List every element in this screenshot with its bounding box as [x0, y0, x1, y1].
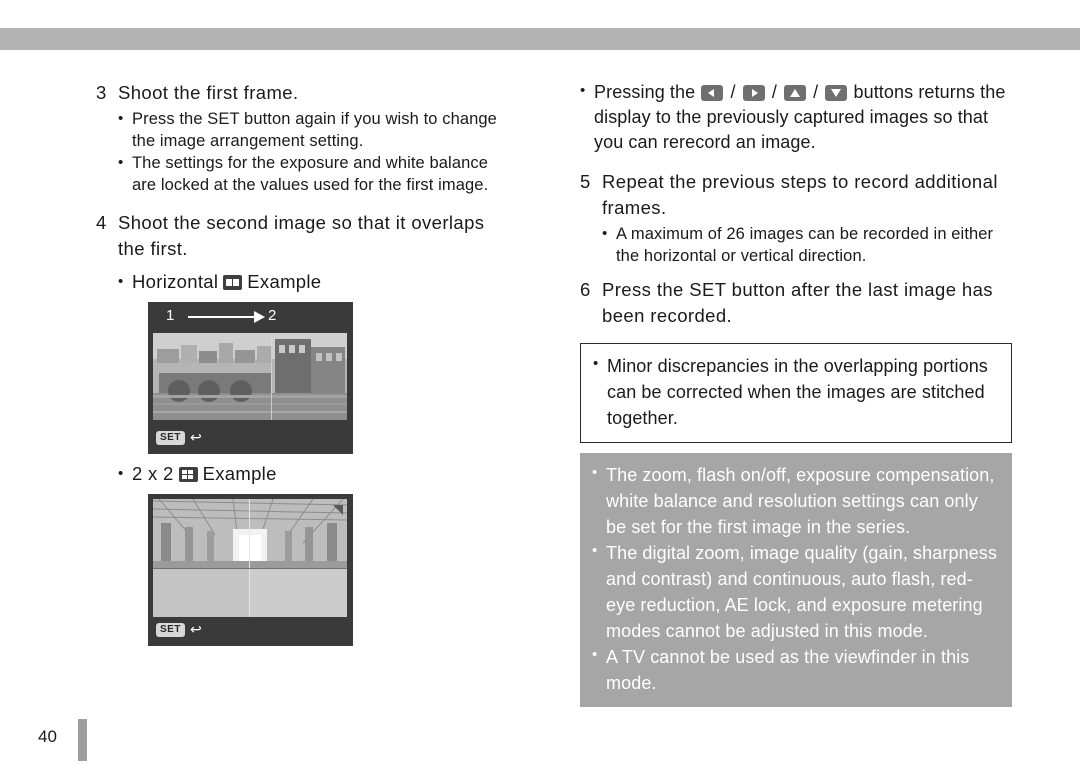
step-3-bullets: • Press the SET button again if you wish… — [118, 108, 516, 196]
list-item-text: A maximum of 26 images can be recorded i… — [616, 225, 994, 265]
step-3-title: Shoot the first frame. — [118, 82, 299, 103]
step-4-title: Shoot the second image so that it overla… — [118, 212, 485, 259]
list-item-text: The zoom, flash on/off, exposure compens… — [606, 465, 995, 537]
page-footer: 40 — [0, 719, 1080, 765]
down-arrow-key-icon — [825, 85, 848, 101]
left-arrow-key-icon — [701, 85, 724, 101]
step-3-number: 3 — [96, 82, 107, 103]
warning-box: • The zoom, flash on/off, exposure compe… — [580, 453, 1012, 707]
figure-horizontal-header: 1 2 — [148, 302, 353, 332]
up-arrow-key-icon — [784, 85, 807, 101]
header-band — [0, 28, 1080, 50]
list-item: • The settings for the exposure and whit… — [118, 152, 516, 196]
page-marker-bar — [78, 719, 87, 761]
bullet-icon: • — [118, 154, 124, 171]
caption-grid-prefix: 2 x 2 — [132, 463, 174, 484]
list-item-text: Minor discrepancies in the overlapping p… — [607, 356, 988, 428]
list-item: • Minor discrepancies in the overlapping… — [593, 353, 999, 431]
step-4: 4 Shoot the second image so that it over… — [96, 210, 516, 262]
bullet-icon: • — [592, 464, 598, 481]
list-item: • A maximum of 26 images can be recorded… — [602, 223, 1012, 267]
photo-bridge-illustration — [153, 333, 347, 420]
figure-horizontal-photo — [153, 333, 347, 420]
set-button-label: SET — [156, 430, 185, 445]
list-item-text: The settings for the exposure and white … — [132, 154, 489, 194]
step-5-title: Repeat the previous steps to record addi… — [602, 171, 998, 218]
right-column: • Pressing the / / / buttons returns the… — [580, 80, 1012, 707]
list-item-text: The digital zoom, image quality (gain, s… — [606, 543, 997, 641]
figure-horizontal-example: 1 2 SET ↩ — [148, 302, 353, 454]
return-arrow-icon: ↩ — [189, 621, 202, 637]
list-item-text: A TV cannot be used as the viewfinder in… — [606, 647, 970, 693]
caption-horizontal-example: • Horizontal Example — [118, 268, 516, 296]
figure-grid-photo — [153, 499, 347, 617]
return-arrow-icon: ↩ — [189, 429, 202, 445]
key-separator: / — [730, 82, 736, 102]
figure-grid-set-badge: SET ↩ — [156, 621, 202, 638]
set-button-label: SET — [156, 622, 185, 637]
right-arrow-icon — [188, 316, 256, 318]
list-item-text: Pressing the / / / buttons returns the d… — [594, 80, 1012, 155]
page-content: 3 Shoot the first frame. • Press the SET… — [0, 60, 1080, 720]
bullet-icon: • — [593, 355, 599, 372]
right-arrow-head-icon — [254, 311, 265, 323]
horizontal-stitch-icon — [223, 274, 243, 290]
step-4-number: 4 — [96, 212, 107, 233]
caption-grid-example: • 2 x 2 Example — [118, 460, 516, 488]
step-5: 5 Repeat the previous steps to record ad… — [580, 169, 1012, 221]
figure-horizontal-set-badge: SET ↩ — [156, 429, 202, 446]
step-5-bullets: • A maximum of 26 images can be recorded… — [602, 223, 1012, 267]
page-number: 40 — [38, 727, 57, 746]
figure-grid-example: SET ↩ — [148, 494, 353, 646]
step-6-number: 6 — [580, 279, 591, 300]
key-separator: / — [813, 82, 819, 102]
left-column: 3 Shoot the first frame. • Press the SET… — [96, 80, 516, 646]
grid-stitch-icon — [178, 466, 198, 482]
caption-grid-suffix: Example — [202, 463, 277, 484]
frame-label-1: 1 — [166, 307, 175, 324]
list-item: • Press the SET button again if you wish… — [118, 108, 516, 152]
bullet-icon: • — [580, 82, 586, 99]
right-arrow-key-icon — [742, 85, 765, 101]
caption-horizontal-prefix: Horizontal — [132, 271, 219, 292]
caption-horizontal-suffix: Example — [247, 271, 322, 292]
note-box: • Minor discrepancies in the overlapping… — [580, 343, 1012, 443]
bullet-icon: • — [592, 542, 598, 559]
list-item-text: Press the SET button again if you wish t… — [132, 110, 497, 150]
bullet-icon: • — [592, 646, 598, 663]
step-5-number: 5 — [580, 171, 591, 192]
step-6-title: Press the SET button after the last imag… — [602, 279, 993, 326]
bullet-icon: • — [118, 465, 124, 482]
step-3: 3 Shoot the first frame. — [96, 80, 516, 106]
list-item: • The digital zoom, image quality (gain,… — [592, 540, 1000, 644]
frame-label-2: 2 — [268, 307, 277, 324]
bullet-icon: • — [118, 110, 124, 127]
arrow-keys-pre-text: Pressing the — [594, 82, 696, 102]
list-item-arrow-keys: • Pressing the / / / buttons returns the… — [580, 80, 1012, 155]
bullet-icon: • — [602, 225, 608, 242]
step-6: 6 Press the SET button after the last im… — [580, 277, 1012, 329]
list-item: • A TV cannot be used as the viewfinder … — [592, 644, 1000, 696]
photo-corridor-illustration — [153, 499, 347, 617]
bullet-icon: • — [118, 273, 124, 290]
key-separator: / — [771, 82, 777, 102]
list-item: • The zoom, flash on/off, exposure compe… — [592, 462, 1000, 540]
